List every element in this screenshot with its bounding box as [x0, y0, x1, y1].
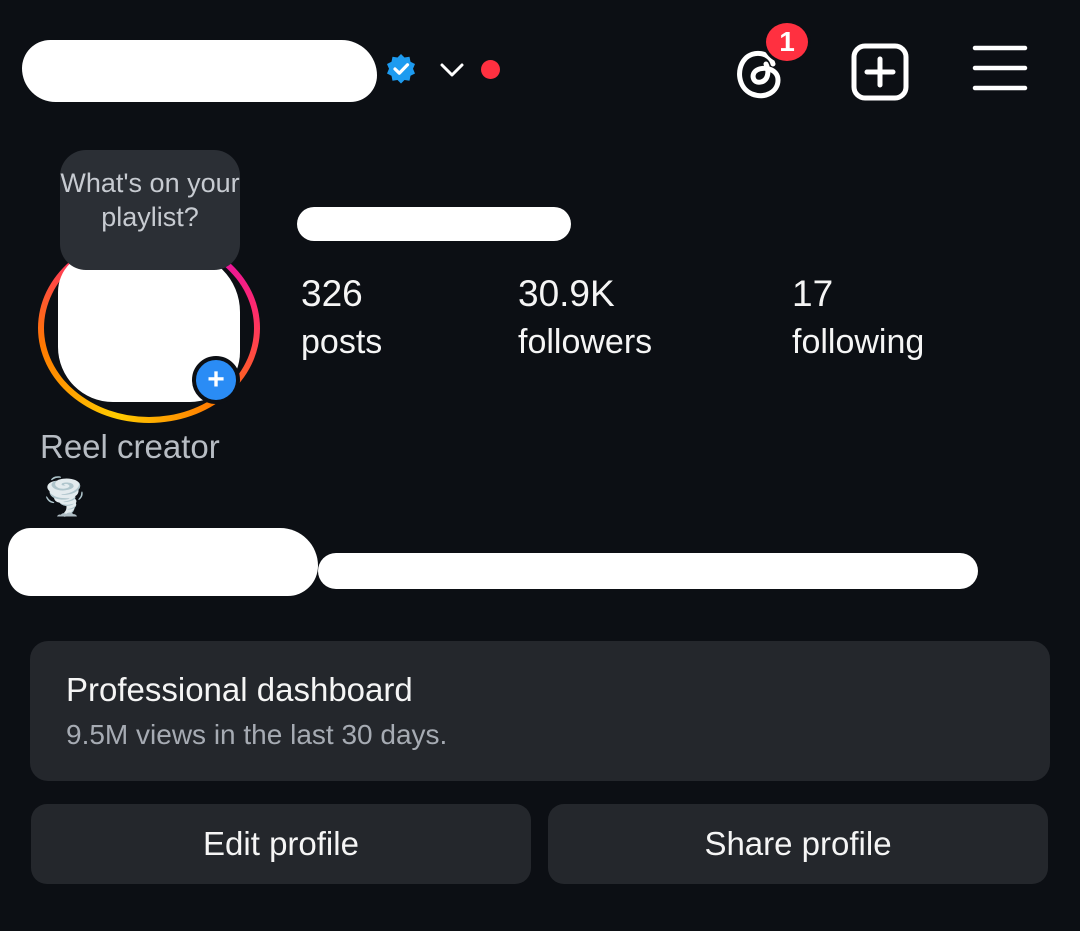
- status-dot: [481, 60, 500, 79]
- redacted-bio-left: [8, 528, 318, 596]
- followers-count: 30.9K: [518, 273, 615, 314]
- following-count: 17: [792, 273, 834, 314]
- redacted-bio-right: [318, 553, 978, 589]
- chevron-down-icon[interactable]: [437, 58, 467, 82]
- profile-screen: 1 + What's on your playlist? 326 posts 3…: [0, 0, 1080, 931]
- tornado-emoji: 🌪️: [42, 476, 87, 517]
- menu-icon[interactable]: [972, 42, 1028, 94]
- professional-dashboard-card[interactable]: Professional dashboard 9.5M views in the…: [30, 641, 1050, 781]
- posts-count: 326: [301, 273, 363, 314]
- stat-followers[interactable]: 30.9K followers: [518, 270, 652, 366]
- posts-label: posts: [301, 323, 383, 361]
- verified-badge-icon: [387, 54, 415, 84]
- add-story-button[interactable]: +: [192, 356, 240, 404]
- note-bubble[interactable]: What's on your playlist?: [60, 150, 240, 270]
- profile-category: Reel creator: [40, 428, 220, 465]
- stat-following[interactable]: 17 following: [792, 270, 924, 366]
- followers-label: followers: [518, 323, 653, 361]
- edit-profile-button[interactable]: Edit profile: [31, 804, 531, 884]
- add-post-icon[interactable]: [850, 42, 910, 102]
- share-profile-button[interactable]: Share profile: [548, 804, 1048, 884]
- stat-posts[interactable]: 326 posts: [301, 270, 382, 366]
- dashboard-subtitle: 9.5M views in the last 30 days.: [66, 719, 448, 750]
- notification-badge: 1: [763, 20, 811, 64]
- redacted-username: [22, 40, 377, 102]
- redacted-display-name: [297, 207, 571, 241]
- dashboard-title: Professional dashboard: [66, 671, 413, 708]
- following-label: following: [792, 323, 925, 361]
